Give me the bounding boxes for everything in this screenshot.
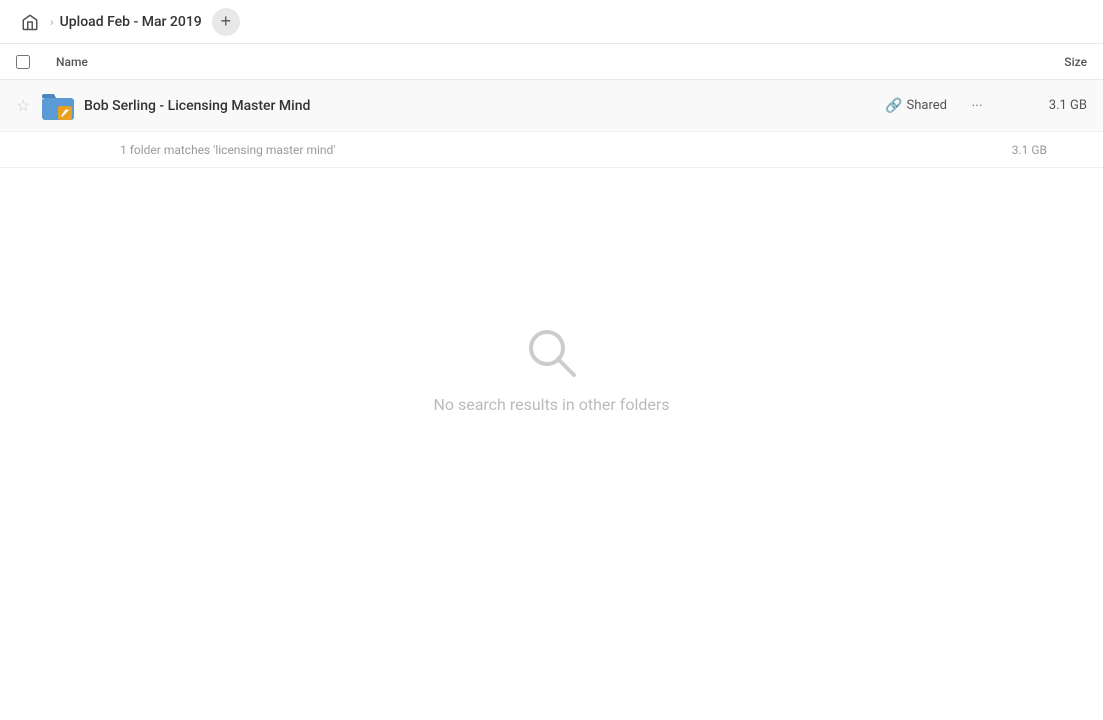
breadcrumb-bar: › Upload Feb - Mar 2019 + <box>0 0 1103 44</box>
size-column-header: Size <box>987 55 1087 69</box>
folder-name: Bob Serling - Licensing Master Mind <box>84 98 885 114</box>
link-icon: 🔗 <box>885 98 902 114</box>
empty-state: No search results in other folders <box>0 168 1103 568</box>
checkbox-header[interactable] <box>16 55 52 69</box>
column-headers: Name Size <box>0 44 1103 80</box>
match-info-row: 1 folder matches 'licensing master mind'… <box>0 132 1103 168</box>
folder-icon <box>40 88 76 124</box>
breadcrumb-separator: › <box>50 15 54 29</box>
name-column-header: Name <box>52 55 987 69</box>
home-button[interactable] <box>16 8 44 36</box>
no-results-icon <box>522 323 582 383</box>
more-options-button[interactable]: ··· <box>963 92 991 120</box>
select-all-checkbox[interactable] <box>16 55 30 69</box>
match-info-size: 3.1 GB <box>1012 143 1047 157</box>
shared-text: Shared <box>907 98 947 113</box>
empty-state-text: No search results in other folders <box>433 395 669 414</box>
shared-label: 🔗 Shared <box>885 98 947 114</box>
breadcrumb-title: Upload Feb - Mar 2019 <box>60 14 202 30</box>
folder-size: 3.1 GB <box>1007 98 1087 113</box>
table-row[interactable]: ☆ Bob Serling - Licensing Master Mind 🔗 … <box>0 80 1103 132</box>
star-icon[interactable]: ☆ <box>16 96 40 115</box>
match-info-text: 1 folder matches 'licensing master mind' <box>120 143 1012 157</box>
add-button[interactable]: + <box>212 8 240 36</box>
